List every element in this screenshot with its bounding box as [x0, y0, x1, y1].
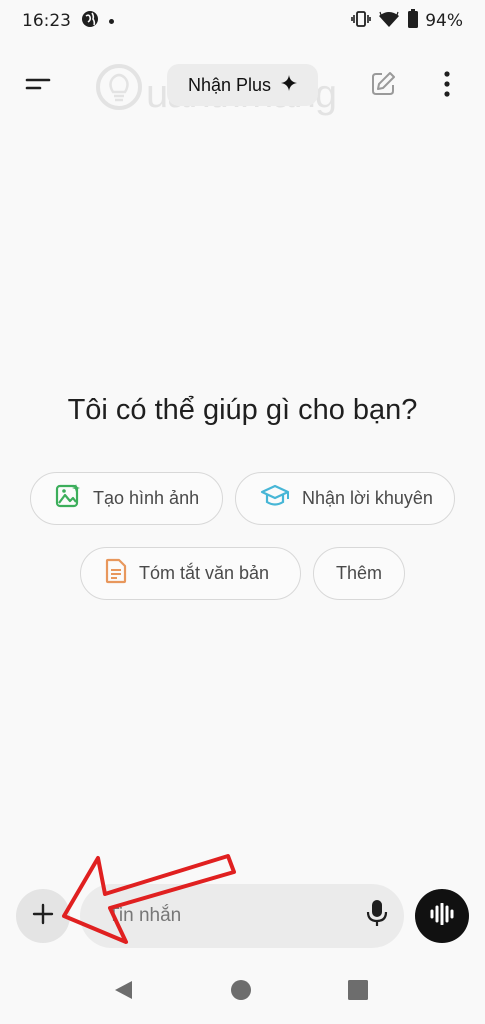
edit-icon: [370, 71, 396, 101]
composer: Tin nhắn: [0, 884, 485, 948]
graduation-cap-icon: [260, 484, 290, 513]
globe-icon: [81, 10, 99, 33]
chip-label: Thêm: [335, 563, 382, 583]
menu-icon: [25, 75, 51, 97]
wifi-icon: [377, 10, 401, 33]
page-title: Tôi có thể giúp gì cho bạn?: [67, 394, 418, 426]
suggestion-get-advice[interactable]: Nhận lời khuyên: [235, 472, 455, 525]
more-vert-icon: [443, 71, 451, 101]
system-nav-bar: [0, 970, 485, 1014]
more-button[interactable]: [432, 68, 462, 104]
chip-label: Nhận lời khuyên: [302, 488, 433, 508]
home-button[interactable]: [229, 980, 253, 1004]
message-placeholder: Tin nhắn: [108, 905, 182, 926]
back-icon: [112, 979, 134, 1005]
chip-label: Tạo hình ảnh: [93, 488, 200, 508]
voice-mode-button[interactable]: [415, 889, 469, 943]
message-input[interactable]: Tin nhắn: [80, 884, 404, 948]
suggestion-summarize-text[interactable]: Tóm tắt văn bản: [80, 547, 301, 600]
mic-icon[interactable]: [366, 899, 388, 933]
document-icon: [105, 558, 127, 589]
status-bar: 16:23 94%: [0, 0, 485, 42]
home-icon: [230, 979, 252, 1005]
voice-wave-icon: [429, 902, 455, 929]
get-plus-button[interactable]: Nhận Plus: [167, 64, 318, 106]
recents-icon: [347, 979, 369, 1005]
vibrate-icon: [351, 10, 372, 32]
sparkle-icon: [281, 74, 298, 96]
image-icon: [55, 483, 81, 514]
status-time: 16:23: [22, 11, 71, 31]
menu-button[interactable]: [18, 68, 58, 104]
suggestion-create-image[interactable]: Tạo hình ảnh: [30, 472, 223, 525]
plus-icon: [32, 903, 54, 929]
attach-button[interactable]: [16, 889, 70, 943]
status-right: 94%: [351, 8, 463, 34]
recents-button[interactable]: [346, 980, 370, 1004]
status-left: 16:23: [22, 10, 114, 33]
notification-dot: [109, 18, 114, 24]
battery-percent: 94%: [425, 11, 463, 31]
battery-icon: [407, 8, 419, 34]
chip-label: Tóm tắt văn bản: [139, 563, 270, 583]
get-plus-label: Nhận Plus: [187, 74, 272, 95]
top-bar: Nhận Plus: [0, 60, 485, 110]
new-chat-button[interactable]: [364, 68, 402, 104]
back-button[interactable]: [111, 980, 135, 1004]
suggestion-more[interactable]: Thêm: [313, 547, 405, 600]
